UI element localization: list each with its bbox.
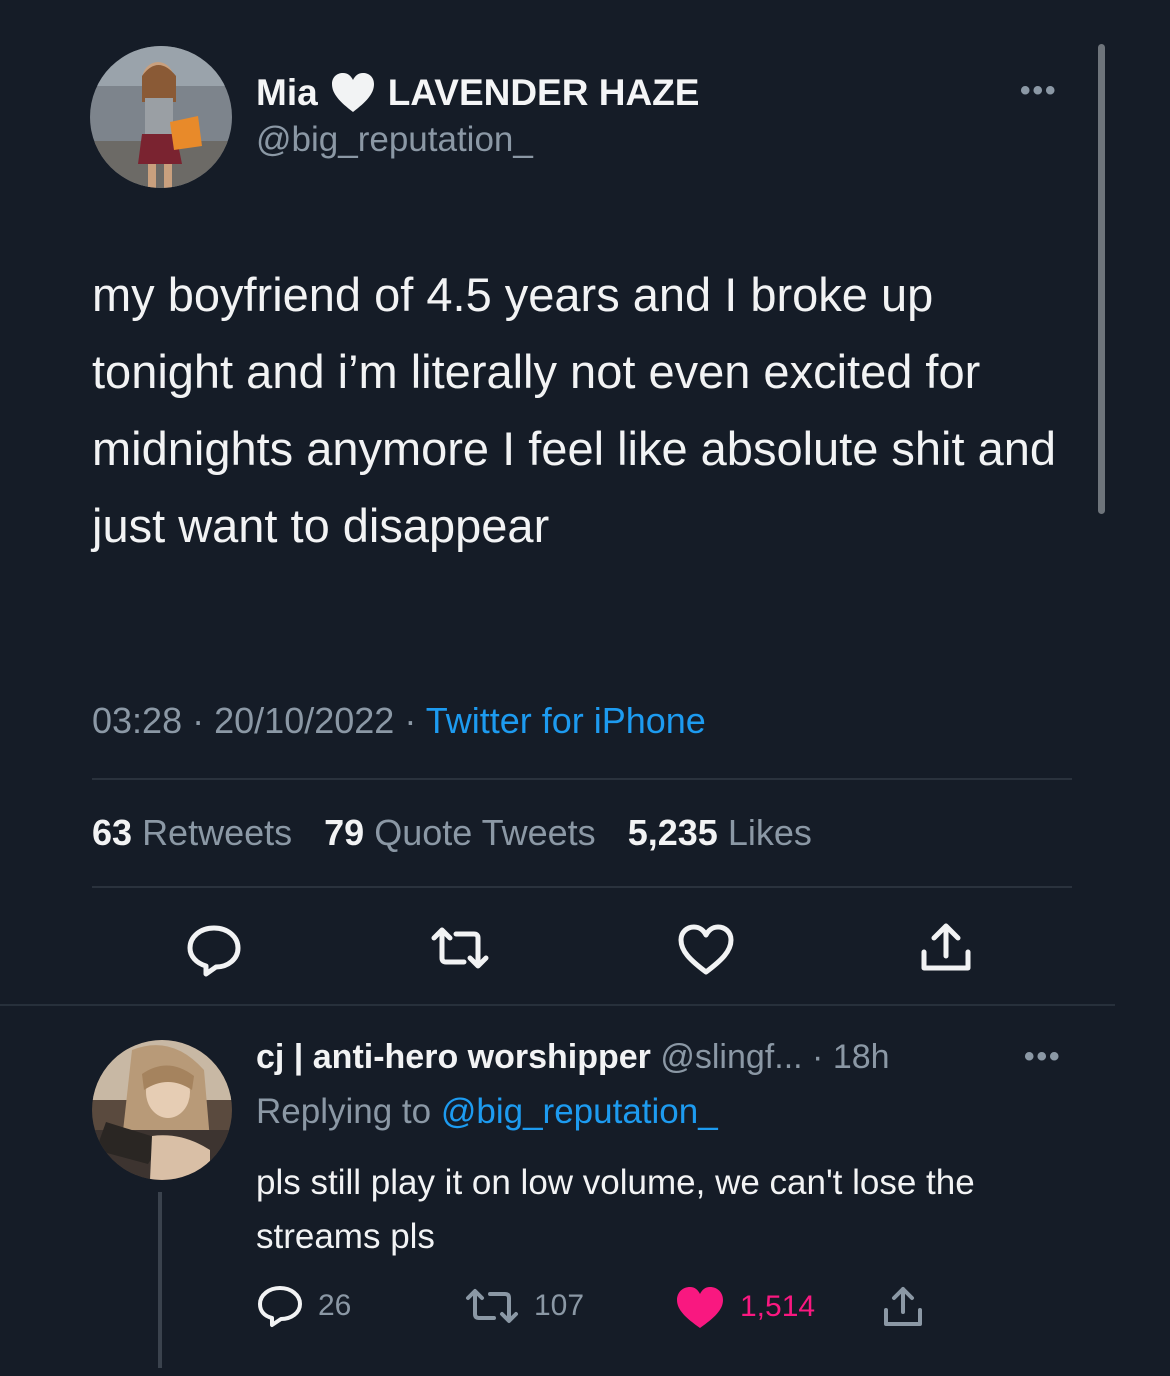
share-icon (884, 1287, 922, 1326)
tweet-text: my boyfriend of 4.5 years and I broke up… (92, 268, 1057, 552)
likes-stat[interactable]: 5,235 Likes (628, 812, 812, 853)
likes-count: 5,235 (627, 812, 718, 853)
divider (92, 778, 1072, 780)
like-count: 1,514 (740, 1290, 816, 1323)
retweets-stat[interactable]: 63 Retweets (92, 812, 292, 853)
reply-like-button[interactable]: 1,514 (674, 1284, 815, 1330)
tweet-metadata: 03:28 · 20/10/2022 · Twitter for iPhone (92, 700, 706, 742)
reply-text: pls still play it on low volume, we can'… (256, 1163, 975, 1256)
replying-prefix: Replying to (256, 1092, 432, 1131)
divider (0, 1004, 1115, 1006)
separator: · (404, 700, 417, 741)
likes-label: Likes (727, 812, 812, 853)
reply-header: cj | anti-hero worshipper @slingf... · 1… (256, 1038, 890, 1077)
retweets-count: 63 (92, 812, 133, 853)
replying-mention[interactable]: @big_reputation_ (441, 1092, 718, 1131)
retweet-icon (466, 1289, 518, 1323)
tweet-source[interactable]: Twitter for iPhone (426, 700, 706, 741)
tweet-date[interactable]: 20/10/2022 (214, 700, 394, 741)
retweet-count: 107 (534, 1289, 585, 1322)
heart-icon (330, 72, 376, 114)
quotes-stat[interactable]: 79 Quote Tweets (324, 812, 596, 853)
engagement-stats: 63 Retweets 79 Quote Tweets 5,235 Likes (92, 812, 834, 854)
avatar-photo (92, 1040, 232, 1180)
like-icon[interactable] (676, 920, 736, 980)
tweet-detail-page: Mia LAVENDER HAZE @big_reputation_ ••• m… (0, 0, 1170, 1376)
reply-icon (258, 1286, 302, 1327)
more-options-icon[interactable]: ••• (1020, 74, 1058, 108)
reply-retweet-button[interactable]: 107 (464, 1284, 584, 1328)
reply-share-button[interactable] (880, 1284, 940, 1330)
scrollbar[interactable] (1098, 44, 1105, 514)
display-name-suffix: LAVENDER HAZE (387, 72, 700, 113)
tweet-time[interactable]: 03:28 (92, 700, 182, 741)
reply-reply-button[interactable]: 26 (256, 1284, 351, 1328)
reply-handle[interactable]: @slingf... (660, 1038, 802, 1076)
like-filled-icon (677, 1287, 723, 1328)
display-name: Mia (256, 72, 318, 113)
share-icon[interactable] (916, 918, 976, 978)
divider (92, 886, 1072, 888)
reply-display-name[interactable]: cj | anti-hero worshipper (256, 1038, 651, 1076)
thread-connector (158, 1192, 162, 1368)
retweet-icon[interactable] (428, 918, 492, 978)
reply-avatar[interactable] (92, 1040, 232, 1180)
author-name-row[interactable]: Mia LAVENDER HAZE (256, 70, 699, 116)
separator: · (192, 700, 205, 741)
more-options-icon[interactable]: ••• (1024, 1040, 1062, 1074)
reply-count: 26 (318, 1289, 352, 1322)
quotes-label: Quote Tweets (374, 812, 596, 853)
author-handle[interactable]: @big_reputation_ (256, 120, 533, 160)
replying-to: Replying to @big_reputation_ (256, 1092, 718, 1132)
reply-icon[interactable] (184, 918, 244, 978)
avatar-photo (90, 46, 232, 188)
reply-age[interactable]: · 18h (812, 1038, 890, 1076)
retweets-label: Retweets (142, 812, 293, 853)
avatar[interactable] (90, 46, 232, 188)
quotes-count: 79 (324, 812, 365, 853)
